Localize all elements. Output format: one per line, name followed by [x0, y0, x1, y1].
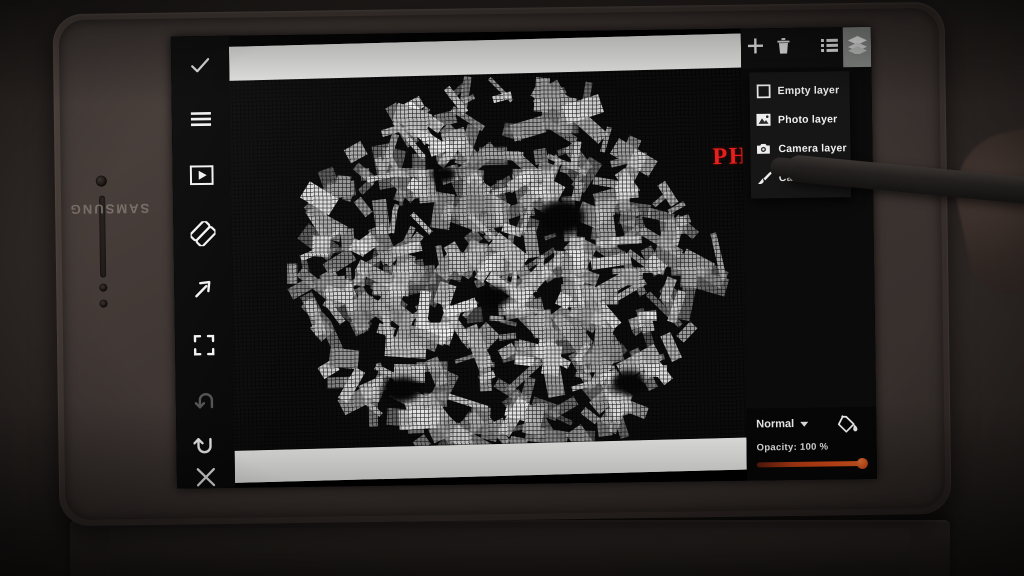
trash-icon [775, 36, 790, 59]
rotate-icon [189, 220, 216, 246]
tool-text[interactable] [874, 274, 878, 317]
artwork-shard [485, 362, 495, 368]
paint-bucket-icon [834, 415, 862, 443]
drawing-canvas[interactable]: PHOTO LAYER [228, 28, 748, 488]
layer-panel: Empty layer Photo layer Camera layer Nor… [740, 26, 878, 481]
artwork-shard [498, 332, 517, 342]
artwork-shard [489, 315, 504, 322]
opacity-slider-thumb[interactable] [856, 457, 868, 470]
layer-panel-toolbar [740, 26, 872, 69]
artwork-shard [680, 265, 697, 289]
close-x-icon [195, 466, 217, 488]
diagonal-arrow-icon [191, 277, 215, 301]
layer-options-button[interactable] [815, 27, 844, 67]
delete-layer-button[interactable] [769, 28, 798, 68]
layers-tab-button[interactable] [842, 26, 872, 68]
artwork-shard [664, 221, 678, 238]
artwork-shard [441, 326, 454, 338]
add-layer-button[interactable] [741, 28, 770, 68]
brush-icon [757, 170, 772, 185]
close-button[interactable] [177, 456, 236, 489]
opacity-slider[interactable] [756, 457, 868, 470]
camera-icon [756, 141, 771, 156]
brand-logo: SAMSUNG [68, 200, 150, 218]
sensor-dot [99, 283, 108, 292]
tool-layers[interactable] [870, 26, 878, 69]
artwork-shard [467, 194, 491, 211]
tool-favorite[interactable] [871, 108, 878, 151]
photo-image-icon [756, 112, 771, 127]
menu-item-label: Camera layer [778, 141, 847, 155]
redo-button[interactable] [176, 380, 235, 423]
layers-stack-icon [846, 35, 867, 59]
confirm-button[interactable] [171, 44, 230, 87]
menu-item-photo-layer[interactable]: Photo layer [750, 104, 850, 134]
menu-item-empty-layer[interactable]: Empty layer [749, 75, 849, 105]
artwork-void [610, 370, 646, 396]
chevron-down-icon [800, 421, 809, 427]
left-toolbar [170, 35, 236, 489]
tool-move[interactable] [874, 332, 878, 375]
tablet-body: SAMSUNG PHOTO LAYER [58, 7, 946, 521]
artwork-image [228, 33, 748, 483]
tablet-device: SAMSUNG PHOTO LAYER [52, 1, 952, 527]
screen-bezel: PHOTO LAYER [170, 26, 878, 489]
menu-item-label: Empty layer [777, 83, 840, 97]
sensor-dot [99, 299, 108, 308]
artwork-shard [353, 196, 373, 218]
layer-properties: Normal Opacity: 100 % [746, 406, 878, 481]
front-camera [95, 175, 107, 187]
artwork-content [228, 67, 748, 451]
artwork-shard [533, 147, 549, 165]
artwork-shard [343, 141, 368, 164]
tool-eraser[interactable] [875, 374, 878, 417]
artwork-shard [430, 191, 456, 230]
tablet-case-flap [70, 520, 950, 576]
menu-button[interactable] [172, 98, 231, 141]
check-icon [188, 53, 212, 77]
undo-arrow-icon [193, 434, 217, 456]
artwork-void [538, 199, 586, 235]
artwork-shard [479, 146, 508, 166]
rotate-button[interactable] [173, 212, 232, 255]
play-box-icon [189, 165, 214, 186]
hamburger-menu-icon [189, 110, 213, 128]
opacity-label: Opacity: 100 % [756, 441, 829, 454]
artwork-shard [454, 354, 475, 364]
stylus-tip [769, 156, 798, 178]
redo-arrow-icon [193, 390, 217, 412]
tool-brush[interactable] [876, 416, 878, 457]
artwork-shard [480, 420, 500, 442]
expand-corners-icon [192, 333, 216, 357]
fullscreen-button[interactable] [175, 324, 234, 367]
artwork-shard [536, 308, 553, 328]
artwork-shard [412, 187, 428, 199]
artwork-shards [229, 67, 747, 451]
playback-button[interactable] [172, 154, 231, 197]
hand [945, 114, 1024, 302]
artwork-shard [502, 121, 521, 135]
tool-shapes[interactable] [873, 218, 878, 261]
artwork-shard [328, 347, 360, 370]
artwork-shard [543, 232, 557, 241]
blend-mode-label: Normal [756, 417, 795, 431]
list-icon [820, 38, 838, 57]
artwork-shard [287, 263, 298, 284]
artwork-shard [386, 407, 409, 427]
artwork-shard [433, 109, 458, 128]
fill-button[interactable] [834, 411, 862, 444]
menu-item-label: Photo layer [777, 112, 838, 126]
empty-square-icon [756, 83, 771, 98]
photo-scene: SAMSUNG PHOTO LAYER [0, 0, 1024, 576]
plus-icon [746, 37, 763, 59]
blend-mode-dropdown[interactable]: Normal [756, 417, 809, 431]
resize-button[interactable] [174, 268, 233, 311]
artwork-shard [477, 355, 492, 393]
artwork-shard [423, 392, 442, 409]
app-screen: PHOTO LAYER [170, 26, 878, 489]
